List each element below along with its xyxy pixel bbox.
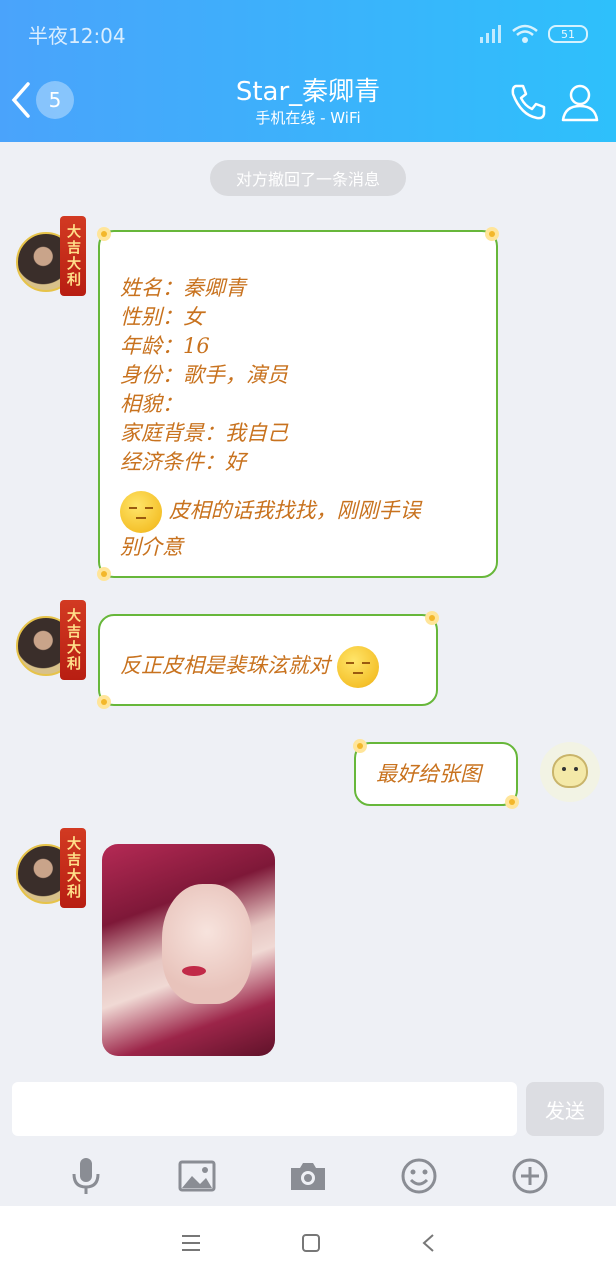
- message-text-part: 反正皮相是裴珠泫就对: [120, 653, 330, 678]
- message-input[interactable]: [12, 1082, 517, 1136]
- profile-line: 经济条件：好: [120, 450, 246, 474]
- avatar-badge: 大吉大利: [60, 600, 86, 680]
- back-button[interactable]: 5: [8, 80, 74, 120]
- flower-decoration-icon: [97, 567, 111, 581]
- message-bubble-mine[interactable]: 最好给张图: [353, 739, 519, 809]
- chevron-left-icon: [11, 82, 30, 118]
- status-bar: 半夜12:04 51: [28, 18, 588, 50]
- home-icon[interactable]: [301, 1233, 321, 1253]
- avatar-badge: 大吉大利: [60, 216, 86, 296]
- photo-detail: [182, 966, 206, 976]
- system-nav-bar: [0, 1206, 616, 1280]
- profile-line: 身份：歌手，演员: [120, 363, 288, 387]
- plus-circle-icon: [512, 1158, 548, 1194]
- profile-line: 姓名：秦卿青: [120, 276, 246, 300]
- contact-avatar[interactable]: 大吉大利: [16, 600, 86, 680]
- message-text: 最好给张图: [376, 762, 481, 786]
- image-message[interactable]: [102, 844, 275, 1056]
- input-area: 发送: [0, 1070, 616, 1206]
- wifi-icon: [512, 24, 538, 43]
- flower-decoration-icon: [353, 739, 367, 753]
- smiley-icon: [401, 1158, 437, 1194]
- flower-decoration-icon: [505, 795, 519, 809]
- message-bubble[interactable]: 反正皮相是裴珠泫就对: [97, 611, 439, 709]
- sleepy-face-icon: [120, 491, 162, 533]
- profile-line: 性别：女: [120, 305, 204, 329]
- unread-count-badge: 5: [36, 81, 74, 119]
- message-bubble[interactable]: 姓名：秦卿青 性别：女 年龄：16 身份：歌手，演员 相貌： 家庭背景：我自己 …: [97, 227, 499, 581]
- app-header: 半夜12:04 51 Star_秦卿青 手机在线 - WiFi 5: [0, 0, 616, 142]
- profile-button[interactable]: [560, 82, 600, 126]
- message-text-part: 皮相的话我找找，刚刚手误: [168, 498, 421, 523]
- profile-line: 年龄：16: [120, 334, 210, 358]
- mic-icon: [72, 1158, 100, 1194]
- battery-indicator: 51: [548, 25, 588, 43]
- status-time: 半夜12:04: [28, 23, 126, 48]
- flower-decoration-icon: [97, 227, 111, 241]
- sleepy-face-icon: [336, 646, 379, 688]
- avatar-badge: 大吉大利: [60, 828, 86, 908]
- menu-icon[interactable]: [181, 1234, 201, 1252]
- more-button[interactable]: [510, 1156, 550, 1196]
- flower-decoration-icon: [97, 695, 111, 709]
- message-text: 反正皮相是裴珠泫就对: [120, 646, 418, 688]
- emoji-button[interactable]: [399, 1156, 439, 1196]
- contact-avatar[interactable]: 大吉大利: [16, 828, 86, 908]
- flower-decoration-icon: [485, 227, 499, 241]
- recall-notice: 对方撤回了一条消息: [210, 160, 406, 196]
- contact-avatar[interactable]: 大吉大利: [16, 216, 86, 296]
- camera-button[interactable]: [288, 1156, 328, 1196]
- my-avatar[interactable]: [540, 742, 600, 802]
- flower-decoration-icon: [425, 611, 439, 625]
- profile-line: 家庭背景：我自己: [120, 421, 288, 445]
- signal-icon: [480, 25, 501, 43]
- image-button[interactable]: [177, 1156, 217, 1196]
- back-nav-icon[interactable]: [421, 1233, 435, 1253]
- nav-row: Star_秦卿青 手机在线 - WiFi 5: [0, 76, 616, 132]
- image-icon: [178, 1160, 216, 1192]
- profile-line: 相貌：: [120, 392, 183, 416]
- photo-face: [162, 884, 252, 1004]
- input-toolbar: [0, 1152, 616, 1200]
- person-icon: [561, 84, 599, 122]
- status-icons: 51: [480, 24, 588, 44]
- message-text: 皮相的话我找找，刚刚手误: [120, 491, 474, 533]
- send-button[interactable]: 发送: [526, 1082, 604, 1136]
- chick-avatar-icon: [552, 754, 588, 788]
- message-text-part: 别介意: [120, 535, 183, 559]
- phone-icon: [511, 84, 546, 120]
- call-button[interactable]: [508, 82, 548, 126]
- camera-icon: [290, 1163, 325, 1190]
- voice-button[interactable]: [66, 1156, 106, 1196]
